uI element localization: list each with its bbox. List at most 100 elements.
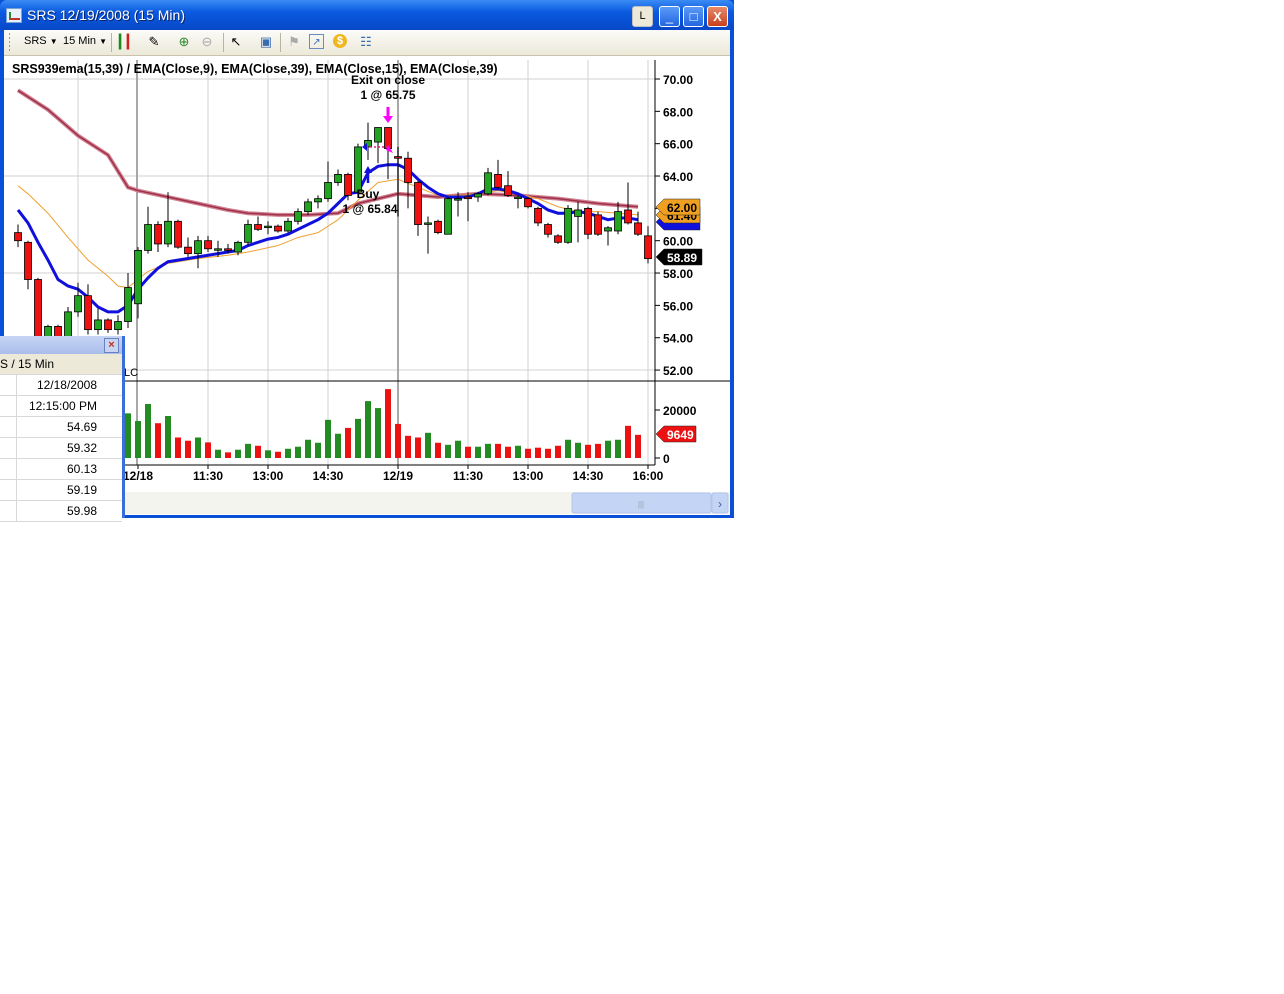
candle-body <box>394 156 402 159</box>
candle-body <box>14 232 22 242</box>
volume-bar <box>305 439 311 458</box>
instrument-label: SRS <box>24 35 47 47</box>
candle-body <box>554 235 562 243</box>
volume-bar <box>515 445 521 458</box>
data-box-close-button[interactable]: × <box>104 338 119 353</box>
candlestick-style-icon[interactable]: ┃┃ <box>116 34 132 50</box>
volume-bar <box>355 418 361 458</box>
volume-bar <box>195 437 201 458</box>
volume-bar <box>625 425 631 458</box>
zoom-in-icon[interactable]: ⊕ <box>176 34 192 50</box>
candle-body <box>464 196 472 200</box>
data-box-title: S / 15 Min <box>0 354 122 375</box>
candle-body <box>264 225 272 229</box>
candle-body <box>214 248 222 251</box>
volume-bar <box>295 446 301 458</box>
link-button[interactable]: L <box>632 6 653 27</box>
data-box-row: 59.32 <box>0 438 122 459</box>
candle-body <box>604 227 612 232</box>
interval-dropdown[interactable]: 15 Min ▼ <box>63 35 107 47</box>
last-price-label: 58.89 <box>667 251 697 265</box>
candle-body <box>194 240 202 255</box>
candle-body <box>494 174 502 188</box>
price-tick-label: 64.00 <box>663 170 693 184</box>
data-box-panel[interactable]: × S / 15 Min 12/18/2008 12:15:00 PM 54.6… <box>0 336 125 522</box>
volume-bar <box>555 445 561 458</box>
title-bar[interactable]: SRS 12/19/2008 (15 Min) L _ □ X <box>0 0 734 30</box>
candle-body <box>274 225 282 232</box>
candle-body <box>434 220 442 234</box>
candle-body <box>414 182 422 225</box>
candle-body <box>444 198 452 235</box>
volume-bar <box>385 389 391 458</box>
candle-body <box>474 193 482 198</box>
data-box-header[interactable]: × <box>0 336 122 354</box>
volume-bar <box>565 439 571 458</box>
panel-label: LC <box>124 367 138 379</box>
volume-bar <box>215 449 221 458</box>
volume-bar <box>275 451 281 458</box>
minimize-button[interactable]: _ <box>659 6 680 27</box>
volume-bar <box>375 408 381 458</box>
volume-bar <box>415 437 421 458</box>
volume-bar <box>425 432 431 458</box>
volume-bar <box>265 450 271 458</box>
toolbar-divider <box>111 33 112 52</box>
time-label: 12/18 <box>123 469 153 483</box>
candle-body <box>64 311 72 339</box>
data-box-icon[interactable]: ▣ <box>258 34 274 50</box>
close-button[interactable]: X <box>707 6 728 27</box>
volume-bar <box>205 442 211 458</box>
toolbar-grip[interactable] <box>9 33 10 52</box>
candle-body <box>174 220 182 248</box>
candle-body <box>104 319 112 331</box>
candle-body <box>24 241 32 280</box>
ema39-price-label: 62.00 <box>667 201 697 215</box>
volume-bar <box>285 448 291 458</box>
volume-bar <box>325 419 331 458</box>
volume-bar <box>445 444 451 458</box>
maximize-button[interactable]: □ <box>683 6 704 27</box>
toolbar-divider <box>280 33 281 52</box>
window-title: SRS 12/19/2008 (15 Min) <box>27 7 185 23</box>
exit-fill: 1 @ 65.75 <box>360 88 415 102</box>
candle-body <box>124 287 132 322</box>
candle-body <box>254 224 262 230</box>
candle-body <box>154 224 162 245</box>
time-label: 13:00 <box>253 469 284 483</box>
volume-bar <box>185 440 191 458</box>
volume-bar <box>235 449 241 458</box>
volume-tick-label: 0 <box>663 452 670 466</box>
candle-body <box>224 248 232 251</box>
buy-label: Buy <box>357 187 380 201</box>
price-tick-label: 70.00 <box>663 73 693 87</box>
properties-icon[interactable]: ☷ <box>358 34 374 50</box>
indicators-icon[interactable]: ↗ <box>309 34 324 49</box>
pointer-icon[interactable]: ↖ <box>228 34 244 50</box>
price-tick-label: 54.00 <box>663 332 693 346</box>
candle-body <box>204 240 212 250</box>
scrollbar-grip-icon: ||| <box>638 500 644 509</box>
candle-body <box>404 157 412 183</box>
candle-body <box>184 246 192 255</box>
chart-window: SRS 12/19/2008 (15 Min) L _ □ X SRS ▼ 15… <box>0 0 734 522</box>
volume-bar <box>595 443 601 458</box>
instrument-dropdown[interactable]: SRS ▼ <box>24 35 58 47</box>
volume-bar <box>225 452 231 458</box>
orders-icon[interactable]: $ <box>333 34 347 48</box>
low-value: 60.13 <box>66 462 97 476</box>
candle-body <box>244 224 252 243</box>
time-label: 11:30 <box>453 469 483 483</box>
volume-bar <box>635 434 641 458</box>
exit-arrow-icon <box>383 107 393 123</box>
price-tick-label: 68.00 <box>663 105 693 119</box>
candle-body <box>94 319 102 331</box>
strategy-icon: ⚑ <box>288 34 300 49</box>
candle-body <box>134 250 142 305</box>
volume-bar <box>145 404 151 458</box>
volume-bar <box>545 448 551 458</box>
chevron-down-icon: ▼ <box>49 37 58 46</box>
candle-body <box>284 220 292 232</box>
toolbar: SRS ▼ 15 Min ▼ ┃┃ ✎ ⊕ ⊖ ↖ ▣ ⚑ ↗ $ ☷ <box>4 30 730 56</box>
drawing-pencil-icon[interactable]: ✎ <box>146 34 162 50</box>
